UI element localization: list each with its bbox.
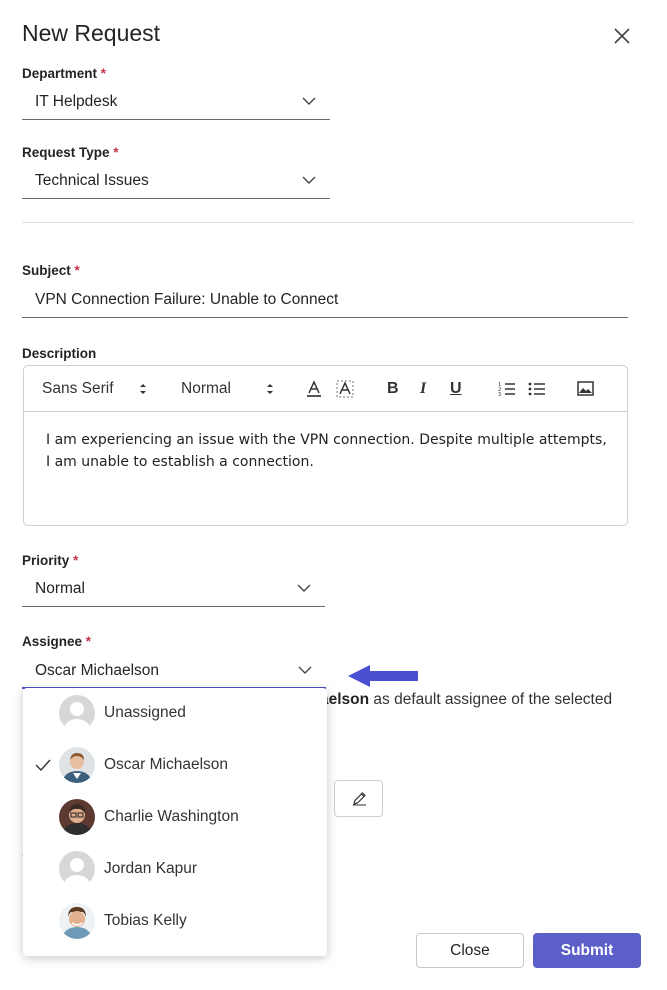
annotation-arrow-icon — [348, 665, 418, 687]
avatar — [59, 903, 95, 939]
description-editor[interactable]: Sans Serif Normal B I U 1 2 3 I am exper… — [23, 365, 628, 526]
department-value: IT Helpdesk — [35, 93, 118, 110]
image-icon[interactable] — [577, 381, 594, 396]
submit-button[interactable]: Submit — [533, 933, 641, 968]
assignee-option-tobias-kelly[interactable]: Tobias Kelly — [23, 896, 327, 948]
editor-toolbar: Sans Serif Normal B I U 1 2 3 — [24, 366, 627, 412]
highlight-color-icon[interactable] — [336, 380, 354, 398]
chevron-down-icon — [302, 97, 316, 105]
chevron-down-icon — [302, 176, 316, 184]
assignee-option-charlie-washington[interactable]: Charlie Washington — [23, 792, 327, 844]
option-name: Charlie Washington — [104, 808, 239, 825]
assignee-dropdown: Unassigned Oscar Michaelson Charlie Wash… — [23, 688, 327, 956]
chevron-down-icon — [297, 584, 311, 592]
request-type-value: Technical Issues — [35, 172, 149, 189]
avatar-placeholder — [59, 851, 95, 887]
request-type-label: Request Type * — [22, 145, 119, 160]
font-family-value: Sans Serif — [42, 380, 114, 397]
assignee-select[interactable]: Oscar Michaelson — [22, 653, 326, 689]
assignee-value: Oscar Michaelson — [35, 662, 160, 679]
assignee-label: Assignee * — [22, 634, 92, 649]
chevron-down-icon — [298, 666, 312, 674]
font-size-select[interactable]: Normal — [181, 366, 231, 412]
sort-arrows-icon — [140, 384, 146, 394]
svg-text:3: 3 — [498, 392, 501, 397]
priority-select[interactable]: Normal — [22, 571, 325, 607]
sort-arrows-icon — [267, 384, 273, 394]
bullet-list-icon[interactable] — [528, 381, 546, 397]
dialog-title: New Request — [22, 20, 161, 46]
department-select[interactable]: IT Helpdesk — [22, 84, 330, 120]
numbered-list-icon[interactable]: 1 2 3 — [498, 381, 516, 397]
subject-value: VPN Connection Failure: Unable to Connec… — [35, 291, 339, 308]
edit-button[interactable] — [334, 780, 383, 817]
avatar-placeholder — [59, 695, 95, 731]
avatar — [59, 747, 95, 783]
bold-button[interactable]: B — [387, 366, 399, 412]
assignee-option-unassigned[interactable]: Unassigned — [23, 688, 327, 740]
option-name: Tobias Kelly — [104, 912, 187, 929]
checkmark-icon — [35, 759, 51, 772]
text-color-icon[interactable] — [306, 380, 322, 398]
priority-value: Normal — [35, 580, 85, 597]
close-icon[interactable] — [610, 24, 634, 48]
request-type-select[interactable]: Technical Issues — [22, 163, 330, 199]
description-text: I am experiencing an issue with the VPN … — [46, 432, 607, 470]
option-name: Oscar Michaelson — [104, 756, 229, 773]
option-name: Unassigned — [104, 704, 186, 721]
description-label: Description — [22, 346, 97, 361]
avatar — [59, 799, 95, 835]
subject-label: Subject * — [22, 263, 80, 278]
assignee-option-jordan-kapur[interactable]: Jordan Kapur — [23, 844, 327, 896]
close-button[interactable]: Close — [416, 933, 524, 968]
italic-button[interactable]: I — [420, 366, 426, 412]
font-family-select[interactable]: Sans Serif — [42, 366, 114, 412]
option-name: Jordan Kapur — [104, 860, 198, 877]
department-label: Department * — [22, 66, 107, 81]
font-size-value: Normal — [181, 380, 231, 397]
pencil-icon — [353, 792, 366, 806]
subject-input[interactable]: VPN Connection Failure: Unable to Connec… — [22, 282, 628, 318]
assignee-option-oscar-michaelson[interactable]: Oscar Michaelson — [23, 740, 327, 792]
default-assignee-hint: aelson as default assignee of the select… — [320, 691, 613, 708]
priority-label: Priority * — [22, 553, 79, 568]
underline-button[interactable]: U — [450, 366, 462, 412]
section-divider — [22, 222, 634, 223]
